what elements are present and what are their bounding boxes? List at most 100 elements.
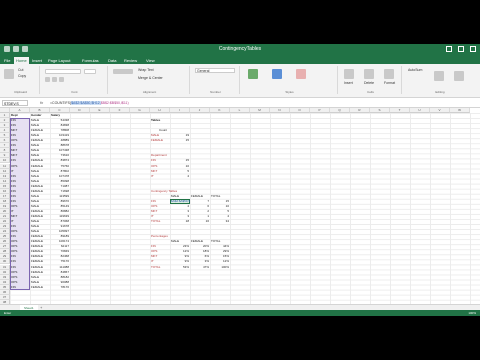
ribbon-tabs: File Home Insert Page Layout Formulas Da… <box>0 56 480 64</box>
zoom-level[interactable]: 100% <box>468 310 476 316</box>
column-header[interactable]: D <box>70 108 90 113</box>
status-bar: Enter 100% <box>0 310 480 316</box>
tab-review[interactable]: Review <box>122 57 139 64</box>
column-header[interactable]: L <box>230 108 250 113</box>
merge-center-button[interactable]: Merge & Center <box>138 76 163 80</box>
column-header[interactable]: W <box>450 108 470 113</box>
editing-group: AutoSum Editing <box>404 66 476 94</box>
font-group: Font <box>42 66 108 94</box>
worksheet-grid[interactable]: A B C D E F G H I J K L M N O P Q R S T U V W 1 2 3 4 5 6 7 8 9 10 11 12 13… <box>0 108 480 305</box>
column-header[interactable]: N <box>270 108 290 113</box>
tab-home[interactable]: Home <box>14 57 29 64</box>
wrap-text-button[interactable]: Wrap Text <box>138 68 154 72</box>
delete-cells-icon[interactable] <box>364 69 374 79</box>
sort-filter-icon[interactable] <box>434 71 444 81</box>
formula-pre: =COUNTIFS( <box>50 101 72 105</box>
title-bar: ContingencyTables <box>0 44 480 56</box>
italic-icon[interactable] <box>52 77 57 82</box>
pct-row-label: TOTAL <box>151 264 161 269</box>
column-header[interactable]: T <box>390 108 410 113</box>
column-header[interactable]: H <box>150 108 170 113</box>
name-box[interactable]: STDEV.S <box>2 100 28 106</box>
close-icon[interactable] <box>470 46 476 52</box>
column-header[interactable]: P <box>310 108 330 113</box>
pct-value: 100% <box>221 264 229 269</box>
gender-label: FEMALE <box>151 138 164 143</box>
underline-icon[interactable] <box>59 77 64 82</box>
fx-icon[interactable]: fx <box>40 100 43 105</box>
active-cell-editing: $A$2:$A$50,$H <box>171 198 190 203</box>
data-cell-salary: 78170 <box>60 284 69 289</box>
alignment-label: Alignment <box>142 90 157 94</box>
styles-group: Styles <box>242 66 338 94</box>
number-group: General Number <box>192 66 240 94</box>
format-button[interactable]: Format <box>384 81 395 85</box>
excel-window: ContingencyTables File Home Insert Page … <box>0 44 480 316</box>
tab-view[interactable]: View <box>144 57 157 64</box>
ct-value: 34 <box>225 219 229 224</box>
pct-value: 47% <box>202 264 209 269</box>
window-title: ContingencyTables <box>218 46 262 52</box>
copy-button[interactable]: Copy <box>18 74 26 78</box>
bold-icon[interactable] <box>45 77 50 82</box>
clipboard-label: Clipboard <box>14 90 27 94</box>
format-as-table-icon[interactable] <box>272 69 282 79</box>
tab-data[interactable]: Data <box>106 57 118 64</box>
align-icons[interactable] <box>113 69 133 74</box>
column-header[interactable]: U <box>410 108 430 113</box>
video-frame: ContingencyTables File Home Insert Page … <box>0 0 480 360</box>
tab-insert[interactable]: Insert <box>30 57 44 64</box>
alignment-group: Wrap Text Merge & Center Alignment <box>110 66 190 94</box>
window-controls <box>446 46 476 52</box>
tab-page-layout[interactable]: Page Layout <box>46 57 72 64</box>
conditional-formatting-icon[interactable] <box>248 69 258 79</box>
formula-range-highlight: $A$2:$A$50,$H12, <box>71 101 101 105</box>
tab-file[interactable]: File <box>2 57 12 64</box>
maximize-icon[interactable] <box>458 46 464 52</box>
ct-value: 18 <box>185 219 189 224</box>
column-header[interactable]: V <box>430 108 450 113</box>
formula-post: $B$2:$B$50,I$11) <box>100 101 129 105</box>
insert-cells-icon[interactable] <box>344 69 354 79</box>
formula-bar: STDEV.S fx =COUNTIFS($A$2:$A$50,$H12,$B$… <box>0 98 480 108</box>
autosum-button[interactable]: AutoSum <box>408 68 422 72</box>
cut-button[interactable]: Cut <box>18 68 23 72</box>
font-size-select[interactable] <box>84 69 96 74</box>
ct-value: 16 <box>205 219 209 224</box>
cell-styles-icon[interactable] <box>296 69 306 79</box>
cells-label: Cells <box>367 90 374 94</box>
ct-row-label: TOTAL <box>151 219 161 224</box>
insert-button[interactable]: Insert <box>344 81 353 85</box>
number-label: Number <box>210 90 221 94</box>
find-select-icon[interactable] <box>454 71 464 81</box>
styles-label: Styles <box>285 90 294 94</box>
tab-formulas[interactable]: Formulas <box>80 57 101 64</box>
font-name-select[interactable] <box>45 69 81 74</box>
dept-label: IT <box>151 173 154 178</box>
formula-input[interactable]: =COUNTIFS($A$2:$A$50,$H12,$B$2:$B$50,I$1… <box>50 100 129 106</box>
column-header[interactable]: G <box>130 108 150 113</box>
gridlines <box>10 113 480 304</box>
column-header[interactable]: R <box>350 108 370 113</box>
column-header[interactable]: M <box>250 108 270 113</box>
dept-count: 4 <box>187 173 189 178</box>
column-header[interactable]: S <box>370 108 390 113</box>
summary-title: Tables <box>151 118 161 123</box>
column-header[interactable]: I <box>170 108 190 113</box>
column-header[interactable]: E <box>90 108 110 113</box>
column-header[interactable]: F <box>110 108 130 113</box>
number-format-select[interactable]: General <box>195 68 235 73</box>
delete-button[interactable]: Delete <box>364 81 374 85</box>
column-header[interactable]: Q <box>330 108 350 113</box>
editing-label: Editing <box>435 90 445 94</box>
minimize-icon[interactable] <box>446 46 452 52</box>
paste-icon[interactable] <box>4 69 14 79</box>
column-header[interactable]: J <box>190 108 210 113</box>
format-cells-icon[interactable] <box>384 69 394 79</box>
clipboard-group: Cut Copy Clipboard <box>2 66 40 94</box>
column-header[interactable]: K <box>210 108 230 113</box>
ribbon: Cut Copy Clipboard Font Wrap Text Merge … <box>0 64 480 98</box>
column-header[interactable]: O <box>290 108 310 113</box>
data-cell-gender: FEMALE <box>31 284 44 289</box>
cells-group: Insert Delete Format Cells <box>340 66 402 94</box>
